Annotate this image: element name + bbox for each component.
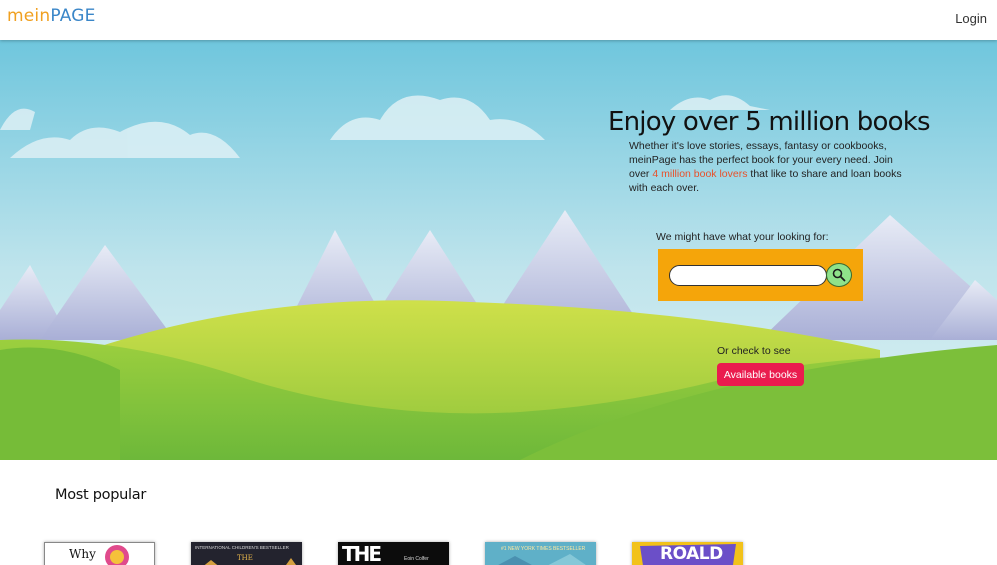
intro-highlight: 4 million book lovers xyxy=(652,168,748,180)
book-cover-art xyxy=(204,558,296,565)
site-logo[interactable]: meinPAGE xyxy=(7,6,96,26)
book-cover[interactable]: Why xyxy=(44,542,155,565)
book-cover[interactable]: ROALD xyxy=(632,542,743,565)
intro-text-1: Whether it's love stories, essays, fanta… xyxy=(629,140,887,166)
hero-headline: Enjoy over 5 million books xyxy=(608,107,931,137)
book-list: Why INTERNATIONAL CHILDREN'S BESTSELLER … xyxy=(0,542,997,565)
top-navbar: meinPAGE Login xyxy=(0,0,997,40)
login-link[interactable]: Login xyxy=(955,11,987,26)
book-cover-art xyxy=(498,554,586,565)
book-cover-art xyxy=(105,545,129,565)
search-icon xyxy=(832,268,846,282)
book-cover-title: ROALD xyxy=(660,544,723,564)
search-button[interactable] xyxy=(826,263,852,287)
logo-part-mein: mein xyxy=(7,6,51,26)
hero-intro: Whether it's love stories, essays, fanta… xyxy=(629,139,904,195)
book-cover-author: Eoin Colfer xyxy=(404,556,429,562)
search-input[interactable] xyxy=(669,265,827,286)
hero-section: Enjoy over 5 million books Whether it's … xyxy=(0,40,997,460)
book-cover[interactable]: INTERNATIONAL CHILDREN'S BESTSELLER THE xyxy=(191,542,302,565)
available-books-button[interactable]: Available books xyxy=(717,363,804,386)
book-cover-title: THE xyxy=(342,542,382,565)
search-label: We might have what your looking for: xyxy=(656,231,829,243)
or-check-label: Or check to see xyxy=(717,345,791,357)
most-popular-title: Most popular xyxy=(55,487,146,503)
search-panel xyxy=(658,249,863,301)
book-cover[interactable]: #1 NEW YORK TIMES BESTSELLER xyxy=(485,542,596,565)
book-cover[interactable]: THE Eoin Colfer xyxy=(338,542,449,565)
logo-part-page: PAGE xyxy=(50,6,96,26)
